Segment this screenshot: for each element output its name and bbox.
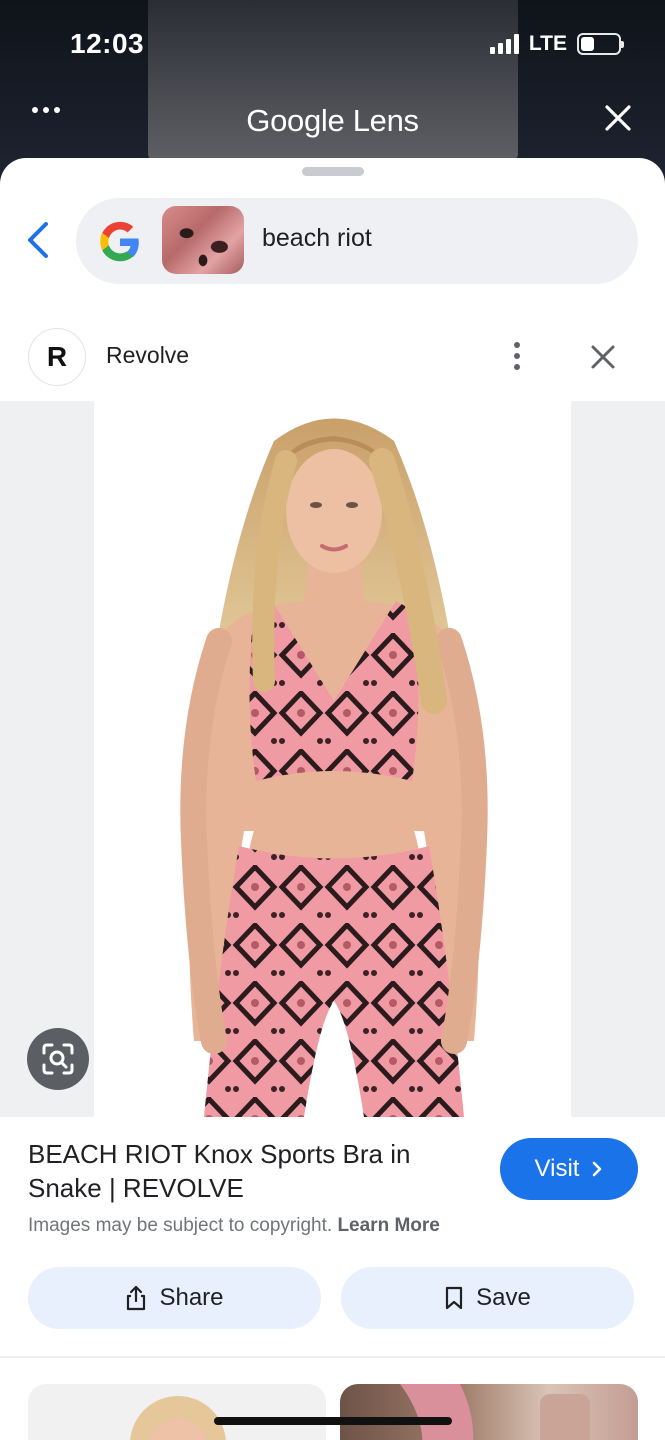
lens-title: Google Lens (246, 103, 419, 138)
home-indicator[interactable] (214, 1417, 452, 1425)
source-name[interactable]: Revolve (106, 342, 189, 369)
lens-camera-background (0, 0, 665, 175)
related-result-image (130, 1396, 226, 1440)
search-query: beach riot (262, 224, 372, 252)
copyright-notice: Images may be subject to copyright. Lear… (28, 1215, 440, 1237)
chevron-left-icon[interactable] (22, 220, 56, 260)
sheet-drag-handle[interactable] (302, 167, 364, 176)
more-vertical-icon[interactable] (514, 342, 520, 370)
share-icon (127, 1285, 146, 1311)
google-g-icon (100, 221, 139, 262)
learn-more-link[interactable]: Learn More (337, 1215, 439, 1236)
product-image-area (0, 401, 665, 1117)
related-result-card[interactable] (340, 1384, 638, 1440)
visit-button[interactable]: Visit (500, 1138, 638, 1200)
battery-icon (577, 33, 624, 55)
related-result-image (400, 1384, 590, 1440)
save-button[interactable]: Save (341, 1267, 634, 1329)
network-type: LTE (528, 32, 567, 55)
related-result-card[interactable] (28, 1384, 326, 1440)
copyright-text: Images may be subject to copyright. (28, 1215, 333, 1236)
lens-search-icon[interactable] (27, 1028, 89, 1090)
source-logo: R (28, 328, 86, 386)
share-button[interactable]: Share (28, 1267, 321, 1329)
close-icon[interactable] (603, 103, 633, 133)
close-result-icon[interactable] (588, 342, 618, 372)
signal-icon (489, 34, 519, 54)
save-label: Save (476, 1284, 531, 1311)
status-indicators: LTE (489, 32, 624, 56)
results-sheet: beach riot R Revolve BEACH RIOT Knox Spo… (0, 158, 665, 1440)
share-label: Share (159, 1284, 224, 1311)
model-illustration (180, 418, 488, 1117)
section-divider (0, 1356, 665, 1358)
query-image-thumbnail[interactable] (162, 206, 244, 274)
product-image[interactable] (94, 401, 571, 1117)
bookmark-icon (446, 1286, 463, 1310)
product-title[interactable]: BEACH RIOT Knox Sports Bra in Snake | RE… (28, 1137, 478, 1205)
search-bar[interactable]: beach riot (76, 198, 638, 284)
lens-header: Google Lens (0, 95, 665, 145)
chevron-right-icon (593, 1161, 602, 1177)
battery-level (581, 37, 594, 51)
visit-button-label: Visit (534, 1155, 580, 1182)
status-time: 12:03 (70, 28, 145, 59)
